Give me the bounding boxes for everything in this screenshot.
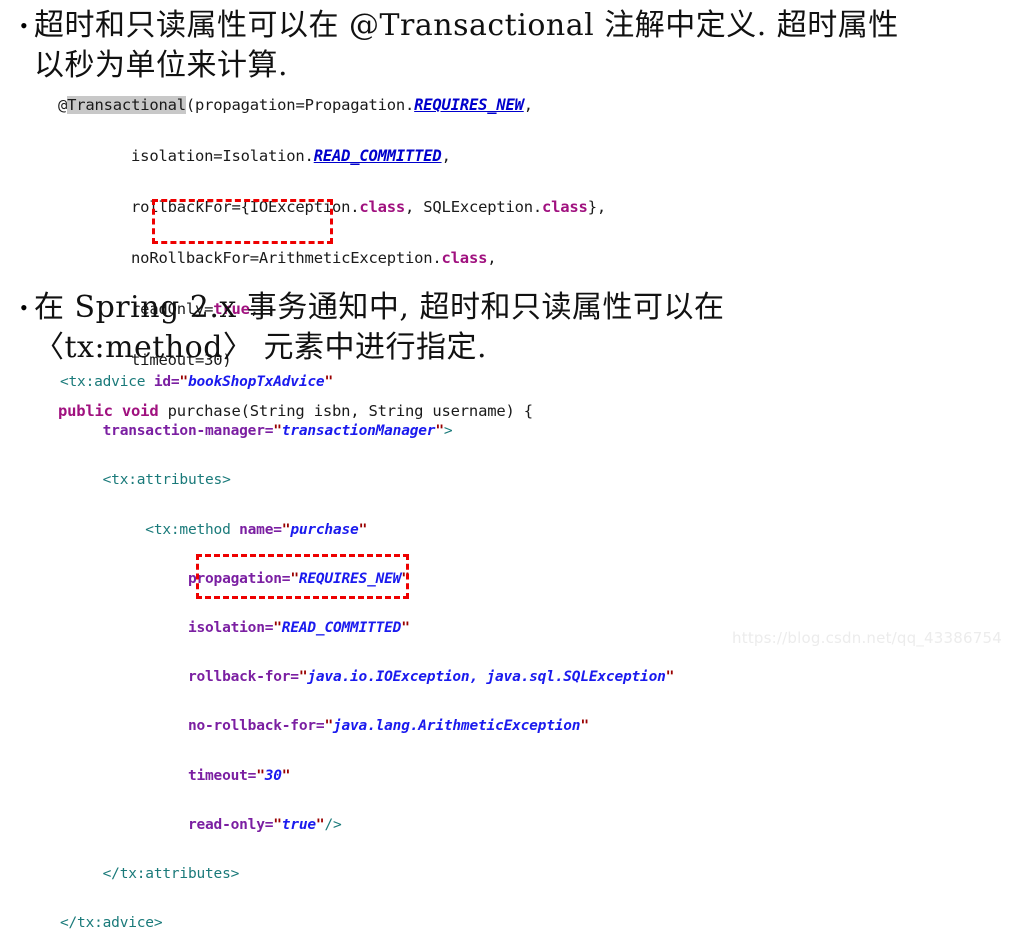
code-token-quote: "	[324, 718, 333, 735]
xml-code-line: no-rollback-for="java.lang.ArithmeticExc…	[60, 714, 674, 739]
code-token-quote: "	[401, 619, 410, 636]
xml-code-line: </tx:advice>	[60, 911, 674, 936]
code-token-value: java.lang.ArithmeticException	[332, 718, 581, 735]
code-token-attr: timeout=	[187, 767, 257, 784]
code-token-quote: "	[273, 816, 282, 833]
code-token-attr: no-rollback-for=	[187, 718, 325, 735]
code-token-constant: REQUIRES_NEW	[414, 96, 524, 114]
code-token-attr: id=	[153, 374, 180, 390]
code-token-plain: rollbackFor={IOException.	[58, 198, 360, 216]
code-token-keyword: class	[359, 198, 406, 216]
code-token-tag: <tx:advice	[60, 374, 154, 390]
code-token-plain: },	[587, 198, 606, 216]
code-token-plain: noRollbackFor=ArithmeticException.	[58, 249, 442, 267]
code-token-quote: "	[665, 669, 675, 686]
code-token-quote: "	[298, 669, 308, 686]
code-token-tag: <tx:attributes>	[60, 472, 231, 489]
code-token-value: READ_COMMITTED	[281, 619, 402, 636]
code-token-annotation-name-highlighted: Transactional	[67, 96, 186, 114]
code-token-attr: propagation=	[187, 570, 291, 587]
code-token-quote: "	[256, 767, 265, 784]
code-token-quote: "	[401, 570, 410, 587]
code-token-quote: "	[580, 718, 589, 735]
xml-code-line: rollback-for="java.io.IOException, java.…	[60, 665, 674, 690]
xml-code-line: read-only="true"/>	[60, 813, 674, 838]
bullet-text-2: 在 Spring 2.x 事务通知中, 超时和只读属性可以在 〈tx:metho…	[34, 290, 725, 365]
code-token-value: java.io.IOException, java.sql.SQLExcepti…	[307, 669, 666, 686]
code-token-tag: </tx:attributes>	[60, 865, 240, 882]
code-token-quote: "	[324, 374, 333, 390]
code-token-attr: transaction-manager=	[102, 423, 274, 440]
code-token-value: REQUIRES_NEW	[298, 570, 402, 587]
code-token-quote: "	[315, 816, 325, 833]
code-token-quote: "	[281, 767, 291, 784]
xml-code-line: <tx:attributes>	[60, 468, 674, 493]
xml-code-line: timeout="30"	[60, 764, 674, 789]
code-token-keyword: class	[542, 198, 588, 216]
code-token-value: bookShopTxAdvice	[187, 374, 325, 390]
code-token-quote: "	[179, 374, 188, 390]
watermark: https://blog.csdn.net/qq_43386754	[732, 629, 1002, 647]
code-token-plain: ,	[441, 147, 451, 165]
bullet-text-1: 超时和只读属性可以在 @Transactional 注解中定义. 超时属性 以秒…	[34, 8, 899, 83]
code-token-attr: isolation=	[187, 619, 274, 636]
code-token-constant: READ_COMMITTED	[313, 147, 442, 165]
code-token-tag: >	[443, 423, 453, 440]
xml-code-line: <tx:advice id="bookShopTxAdvice"	[60, 370, 674, 395]
code-token-plain: (propagation=Propagation.	[185, 96, 415, 114]
java-code-line: rollbackFor={IOException.class, SQLExcep…	[58, 195, 606, 221]
xml-code-line: transaction-manager="transactionManager"…	[60, 419, 674, 444]
java-code-line: @Transactional(propagation=Propagation.R…	[58, 93, 606, 119]
code-token-plain: isolation=Isolation.	[58, 147, 314, 165]
java-code-line: noRollbackFor=ArithmeticException.class,	[58, 246, 606, 272]
code-token-keyword: class	[441, 249, 488, 267]
code-token-plain: ,	[523, 96, 533, 114]
code-token-quote: "	[435, 423, 444, 440]
xml-code-line: propagation="REQUIRES_NEW"	[60, 567, 674, 592]
code-token-plain: @	[58, 96, 68, 114]
code-token-value: 30	[264, 767, 282, 784]
code-token-value: true	[281, 816, 316, 833]
code-token-value: purchase	[290, 521, 359, 538]
code-token-attr: rollback-for=	[187, 669, 299, 686]
code-token-plain: , SQLException.	[405, 198, 543, 216]
code-token-tag: <tx:method	[60, 521, 240, 538]
code-token-tag: />	[324, 816, 342, 833]
code-token-quote: "	[358, 521, 368, 538]
code-token-attr: name=	[239, 521, 282, 538]
bullet-item-2: • 在 Spring 2.x 事务通知中, 超时和只读属性可以在 〈tx:met…	[6, 288, 906, 368]
code-token-value: transactionManager	[281, 423, 436, 440]
code-token-quote: "	[273, 423, 282, 440]
xml-code-line: isolation="READ_COMMITTED"	[60, 616, 674, 641]
code-token-plain: ,	[487, 249, 497, 267]
xml-code-line: </tx:attributes>	[60, 862, 674, 887]
code-token-tag: </tx:advice>	[60, 915, 163, 932]
code-token-attr: read-only=	[187, 816, 274, 833]
bullet-marker: •	[20, 295, 28, 320]
xml-code-line: <tx:method name="purchase"	[60, 518, 674, 543]
code-token-quote: "	[273, 619, 282, 636]
java-code-line: isolation=Isolation.READ_COMMITTED,	[58, 144, 606, 170]
code-token-quote: "	[290, 570, 299, 587]
bullet-item-1: • 超时和只读属性可以在 @Transactional 注解中定义. 超时属性 …	[6, 6, 1001, 86]
bullet-marker: •	[20, 13, 28, 38]
